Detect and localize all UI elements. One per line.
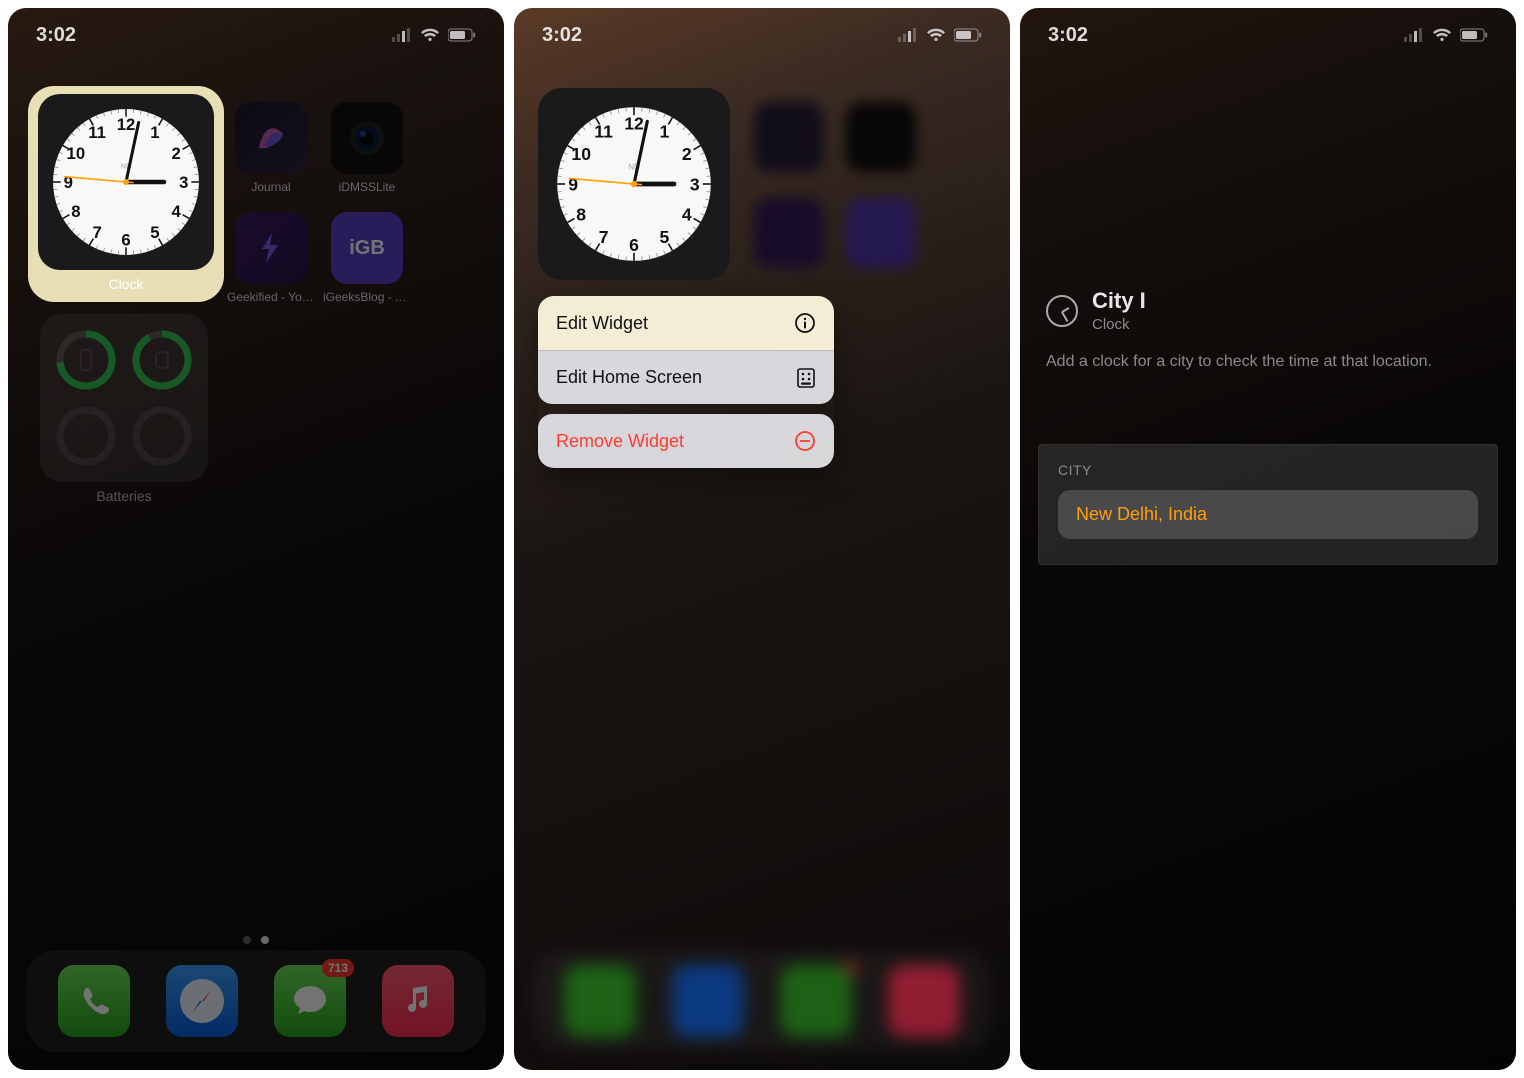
cellular-icon <box>1404 28 1424 42</box>
cellular-icon <box>392 28 412 42</box>
svg-text:4: 4 <box>682 205 692 225</box>
svg-text:12: 12 <box>624 113 644 133</box>
status-time: 3:02 <box>542 24 582 47</box>
clock-face-icon: 1212 345 678 91011 ND <box>554 104 714 264</box>
apps-grid-icon <box>796 368 816 388</box>
widget-config-subtitle: Clock <box>1092 316 1146 333</box>
screenshot-panel-2: 3:02 1212 345 678 91011 ND <box>514 8 1010 1070</box>
svg-text:9: 9 <box>64 173 73 192</box>
wifi-icon <box>420 28 440 42</box>
clock-widget-label: Clock <box>108 276 143 292</box>
cellular-icon <box>898 28 918 42</box>
svg-text:6: 6 <box>629 235 639 255</box>
city-value: New Delhi, India <box>1076 504 1207 524</box>
svg-text:4: 4 <box>172 202 182 221</box>
svg-text:1: 1 <box>660 121 670 141</box>
widget-config-description: Add a clock for a city to check the time… <box>1046 351 1490 373</box>
status-time: 3:02 <box>36 24 76 47</box>
info-icon <box>794 312 816 334</box>
menu-remove-widget[interactable]: Remove Widget <box>538 414 834 468</box>
city-section: CITY New Delhi, India <box>1038 444 1498 565</box>
status-bar: 3:02 <box>1020 8 1516 62</box>
status-bar: 3:02 <box>8 8 504 62</box>
menu-edit-widget[interactable]: Edit Widget <box>538 296 834 350</box>
screenshot-panel-1: 3:02 Journal iDMSSLite <box>8 8 504 1070</box>
widget-context-menu: Edit Widget Edit Home Screen Remove Widg… <box>538 296 834 468</box>
svg-text:2: 2 <box>172 144 181 163</box>
clock-widget[interactable]: 1212 345 678 91011 ND <box>38 94 214 270</box>
status-bar: 3:02 <box>514 8 1010 62</box>
battery-icon <box>954 28 982 42</box>
city-section-label: CITY <box>1058 462 1478 478</box>
svg-text:8: 8 <box>71 202 80 221</box>
clock-widget[interactable]: 1212 345 678 91011 ND <box>538 88 730 280</box>
widget-config-sheet: City I Clock Add a clock for a city to c… <box>1046 288 1490 373</box>
svg-text:1: 1 <box>150 123 159 142</box>
svg-text:5: 5 <box>660 227 670 247</box>
svg-text:9: 9 <box>568 174 578 194</box>
menu-edit-home-screen[interactable]: Edit Home Screen <box>538 350 834 404</box>
remove-icon <box>794 430 816 452</box>
menu-label: Edit Home Screen <box>556 367 702 388</box>
svg-text:11: 11 <box>88 123 106 142</box>
svg-text:8: 8 <box>576 205 586 225</box>
menu-label: Remove Widget <box>556 431 684 452</box>
svg-text:3: 3 <box>690 174 700 194</box>
clock-face-icon: 1212 345 678 91011 ND <box>50 106 202 258</box>
svg-text:2: 2 <box>682 144 692 164</box>
menu-label: Edit Widget <box>556 313 648 334</box>
svg-text:11: 11 <box>594 121 613 141</box>
svg-text:12: 12 <box>117 115 136 134</box>
blurred-apps <box>754 198 916 268</box>
battery-icon <box>448 28 476 42</box>
svg-text:5: 5 <box>150 223 159 242</box>
status-time: 3:02 <box>1048 24 1088 47</box>
svg-text:6: 6 <box>121 231 130 250</box>
svg-text:10: 10 <box>67 144 86 163</box>
svg-text:3: 3 <box>179 173 188 192</box>
city-value-row[interactable]: New Delhi, India <box>1058 490 1478 539</box>
clock-icon <box>1046 295 1078 327</box>
dock-blurred: • <box>532 950 992 1052</box>
screenshot-panel-3: 3:02 City I Clock Add a clock for a city… <box>1020 8 1516 1070</box>
widget-config-title: City I <box>1092 288 1146 314</box>
battery-icon <box>1460 28 1488 42</box>
wifi-icon <box>926 28 946 42</box>
clock-widget-highlight[interactable]: 1212 345 678 91011 ND C <box>28 86 224 302</box>
wifi-icon <box>1432 28 1452 42</box>
svg-text:7: 7 <box>599 227 609 247</box>
blurred-apps <box>754 102 916 172</box>
svg-text:7: 7 <box>92 223 101 242</box>
svg-text:10: 10 <box>571 144 591 164</box>
